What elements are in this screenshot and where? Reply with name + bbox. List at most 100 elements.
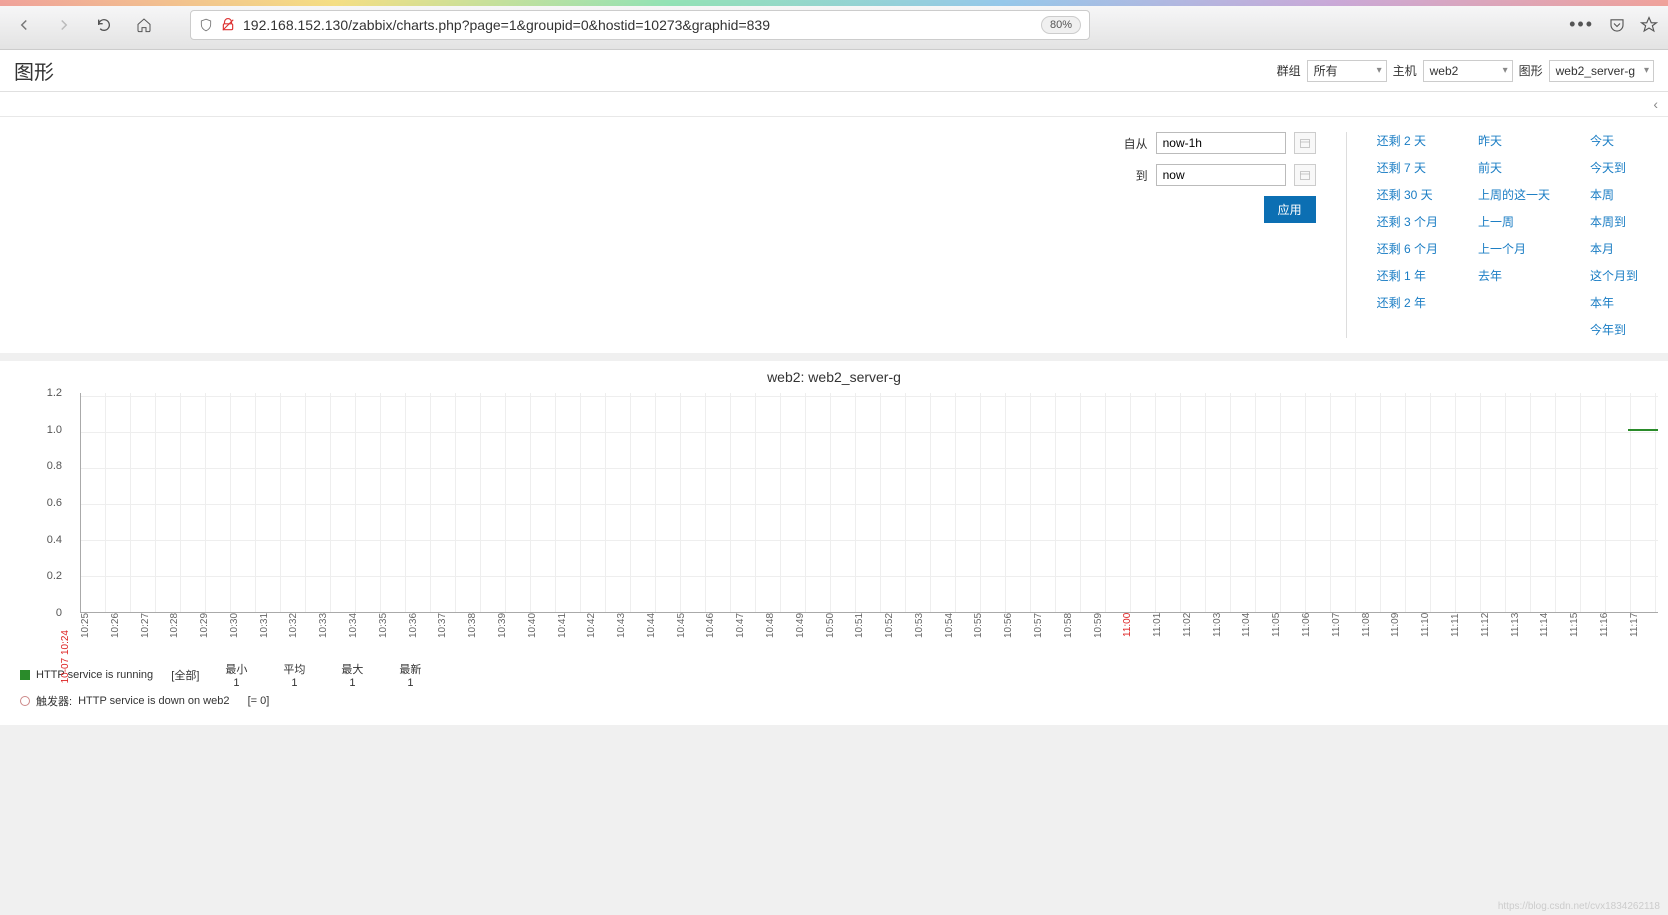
quick-link[interactable]: 还剩 2 天: [1377, 132, 1438, 149]
x-tick-label: 10:52: [884, 613, 914, 653]
quick-link[interactable]: 还剩 30 天: [1377, 186, 1438, 203]
host-filter-select[interactable]: web2: [1423, 60, 1513, 82]
legend-swatch-green: [20, 670, 30, 680]
time-inputs: 自从 到 应用: [1118, 132, 1347, 338]
x-tick-label: 10:50: [825, 613, 855, 653]
host-filter-label: 主机: [1393, 62, 1417, 79]
to-input[interactable]: [1156, 164, 1286, 186]
reload-button[interactable]: [90, 11, 118, 39]
x-tick-label: 11:02: [1182, 613, 1212, 653]
forward-button[interactable]: [50, 11, 78, 39]
legend-swatch-circle: [20, 696, 30, 706]
page-title: 图形: [14, 56, 54, 85]
x-tick-label: 10:42: [586, 613, 616, 653]
legend-stat: 平均1: [283, 661, 305, 689]
quick-link[interactable]: 上周的这一天: [1478, 186, 1550, 203]
chart-title: web2: web2_server-g: [0, 369, 1668, 385]
quick-col-1: 还剩 2 天还剩 7 天还剩 30 天还剩 3 个月还剩 6 个月还剩 1 年还…: [1377, 132, 1438, 338]
zoom-badge[interactable]: 80%: [1041, 16, 1081, 34]
quick-link[interactable]: 这个月到: [1590, 267, 1638, 284]
quick-link[interactable]: 今天到: [1590, 159, 1638, 176]
y-tick-label: 0: [56, 607, 62, 619]
filter-bar: 群组 所有 主机 web2 图形 web2_server-g: [1277, 60, 1654, 82]
x-tick-label: 10:54: [944, 613, 974, 653]
x-tick-label: 10:27: [140, 613, 170, 653]
x-tick-label: 10:45: [676, 613, 706, 653]
x-axis-date-label: 10-07 10:24: [60, 630, 71, 683]
chart-panel: web2: web2_server-g 00.20.40.60.81.01.2 …: [0, 361, 1668, 725]
quick-link[interactable]: 前天: [1478, 159, 1550, 176]
quick-link[interactable]: 还剩 1 年: [1377, 267, 1438, 284]
graph-filter-select[interactable]: web2_server-g: [1549, 60, 1654, 82]
quick-link[interactable]: 本周到: [1590, 213, 1638, 230]
address-bar[interactable]: 192.168.152.130/zabbix/charts.php?page=1…: [190, 10, 1090, 40]
browser-toolbar: 192.168.152.130/zabbix/charts.php?page=1…: [0, 0, 1668, 50]
x-tick-label: 10:32: [288, 613, 318, 653]
legend-series-row: HTTP service is running [全部] 最小1平均1最大1最新…: [20, 661, 1648, 689]
quick-time-links: 还剩 2 天还剩 7 天还剩 30 天还剩 3 个月还剩 6 个月还剩 1 年还…: [1347, 132, 1658, 338]
apply-button[interactable]: 应用: [1264, 196, 1316, 223]
x-tick-label: 10:30: [229, 613, 259, 653]
x-tick-label: 11:09: [1390, 613, 1420, 653]
x-tick-label: 11:10: [1420, 613, 1450, 653]
x-tick-label: 11:11: [1450, 613, 1480, 653]
y-axis: 00.20.40.60.81.01.2: [10, 393, 70, 613]
x-tick-label: 10:31: [259, 613, 289, 653]
chevron-left-icon[interactable]: ‹: [1653, 96, 1658, 112]
quick-link[interactable]: 还剩 3 个月: [1377, 213, 1438, 230]
x-tick-label: 11:14: [1539, 613, 1569, 653]
shield-icon: [199, 18, 213, 32]
quick-link[interactable]: 上一个月: [1478, 240, 1550, 257]
quick-link[interactable]: 本年: [1590, 294, 1638, 311]
url-text: 192.168.152.130/zabbix/charts.php?page=1…: [243, 17, 1033, 33]
quick-link[interactable]: 还剩 7 天: [1377, 159, 1438, 176]
x-tick-label: 10:47: [735, 613, 765, 653]
collapse-bar: ‹: [0, 92, 1668, 117]
x-tick-label: 10:56: [1003, 613, 1033, 653]
x-tick-label: 11:00: [1122, 613, 1152, 653]
x-tick-label: 10:41: [557, 613, 587, 653]
back-button[interactable]: [10, 11, 38, 39]
to-label: 到: [1118, 167, 1148, 184]
quick-link[interactable]: 今年到: [1590, 321, 1638, 338]
quick-col-2: 昨天前天上周的这一天上一周上一个月去年: [1478, 132, 1550, 338]
quick-link[interactable]: 今天: [1590, 132, 1638, 149]
from-calendar-button[interactable]: [1294, 132, 1316, 154]
x-tick-label: 10:38: [467, 613, 497, 653]
bookmark-star-icon[interactable]: [1640, 16, 1658, 34]
x-tick-label: 11:15: [1569, 613, 1599, 653]
quick-link[interactable]: 去年: [1478, 267, 1550, 284]
x-tick-label: 10:49: [795, 613, 825, 653]
chart-plot: [80, 393, 1658, 613]
to-calendar-button[interactable]: [1294, 164, 1316, 186]
y-tick-label: 1.0: [47, 424, 62, 436]
series-line-http: [1628, 429, 1658, 431]
time-filter-panel: 自从 到 应用 还剩 2 天还剩 7 天还剩 30 天还剩 3 个月还剩 6 个…: [0, 117, 1668, 353]
insecure-icon: [221, 18, 235, 32]
y-tick-label: 0.2: [47, 570, 62, 582]
quick-link[interactable]: 上一周: [1478, 213, 1550, 230]
pocket-icon[interactable]: [1608, 16, 1626, 34]
legend-series-label: HTTP service is running: [36, 669, 153, 681]
x-tick-label: 10:48: [765, 613, 795, 653]
home-button[interactable]: [130, 11, 158, 39]
y-tick-label: 1.2: [47, 387, 62, 399]
x-tick-label: 10:28: [169, 613, 199, 653]
menu-dots-icon[interactable]: •••: [1569, 14, 1594, 35]
quick-link[interactable]: 还剩 6 个月: [1377, 240, 1438, 257]
x-tick-label: 10:53: [914, 613, 944, 653]
x-tick-label: 11:05: [1271, 613, 1301, 653]
quick-link[interactable]: 本月: [1590, 240, 1638, 257]
x-tick-label: 11:07: [1331, 613, 1361, 653]
legend-stat: 最大1: [341, 661, 363, 689]
x-tick-label: 10:29: [199, 613, 229, 653]
group-filter-select[interactable]: 所有: [1307, 60, 1387, 82]
x-tick-label: 11:12: [1480, 613, 1510, 653]
legend-stat: 最新1: [399, 661, 421, 689]
from-input[interactable]: [1156, 132, 1286, 154]
legend-series-suffix: [全部]: [171, 667, 199, 683]
quick-col-3: 今天今天到本周本周到本月这个月到本年今年到: [1590, 132, 1638, 338]
quick-link[interactable]: 还剩 2 年: [1377, 294, 1438, 311]
quick-link[interactable]: 昨天: [1478, 132, 1550, 149]
quick-link[interactable]: 本周: [1590, 186, 1638, 203]
